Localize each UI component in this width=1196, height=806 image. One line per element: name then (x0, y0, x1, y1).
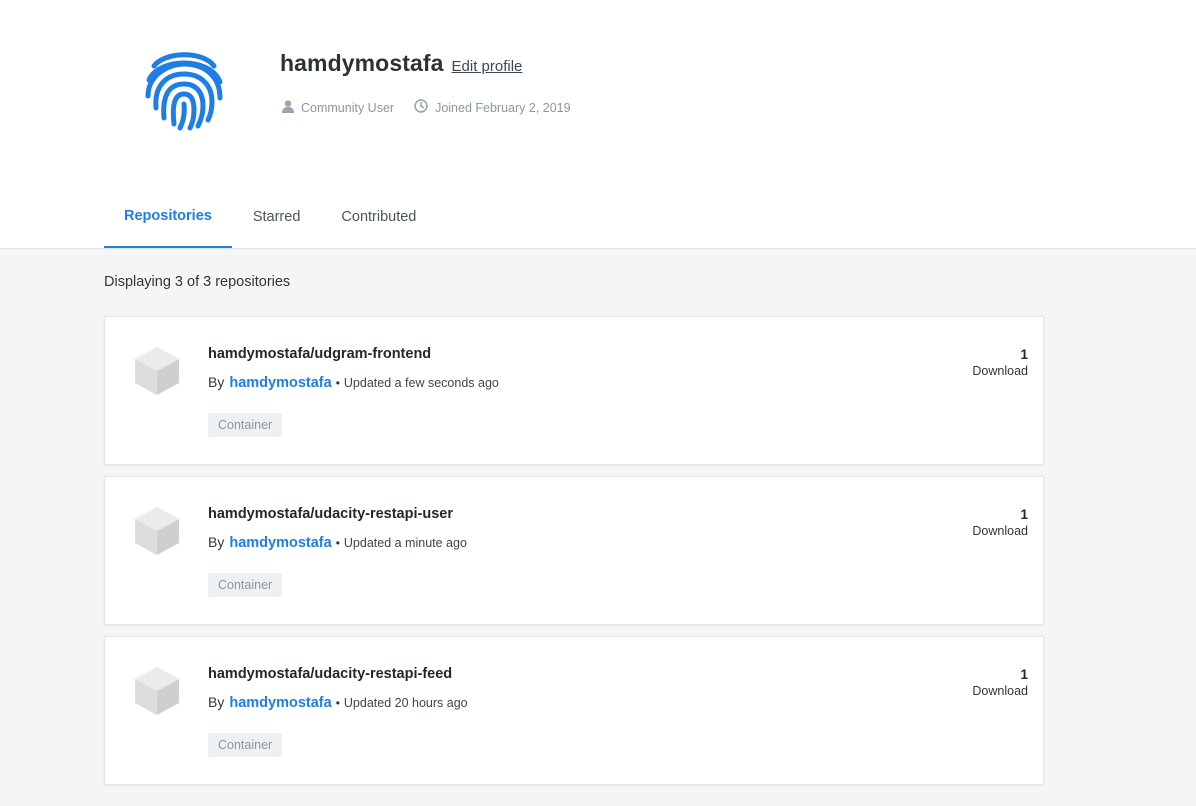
repository-type-badge: Container (208, 733, 283, 757)
profile-role-text: Community User (301, 100, 395, 115)
profile-header: hamdymostafa Edit profile Community User… (0, 0, 1196, 249)
by-label: By (208, 374, 225, 390)
repository-author-link[interactable]: hamdymostafa (229, 695, 331, 711)
repository-updated: Updated 20 hours ago (343, 696, 468, 710)
repository-type-badge: Container (208, 573, 283, 597)
repository-card[interactable]: hamdymostafa/udgram-frontend By hamdymos… (104, 316, 1044, 465)
repository-downloads: 1 Download (972, 347, 1028, 380)
repository-author-link[interactable]: hamdymostafa (229, 535, 331, 551)
separator-dot: • (335, 376, 340, 390)
repository-updated: Updated a few seconds ago (343, 376, 499, 390)
repository-updated: Updated a minute ago (343, 536, 467, 550)
by-label: By (208, 534, 225, 550)
download-count: 1 (1020, 507, 1028, 522)
repository-author-link[interactable]: hamdymostafa (229, 375, 331, 391)
repository-type-badge: Container (208, 413, 283, 437)
cube-icon (133, 345, 181, 397)
cube-icon (133, 665, 181, 717)
user-icon (282, 99, 301, 116)
profile-name-row: hamdymostafa Edit profile (280, 50, 522, 77)
by-label: By (208, 694, 225, 710)
repository-downloads: 1 Download (972, 507, 1028, 540)
repository-name[interactable]: hamdymostafa/udacity-restapi-user (208, 506, 453, 522)
download-label: Download (972, 524, 1028, 538)
profile-tabs: Repositories Starred Contributed (104, 186, 437, 248)
download-label: Download (972, 684, 1028, 698)
repository-byline: By hamdymostafa • Updated a minute ago (208, 534, 467, 551)
tab-repositories[interactable]: Repositories (104, 186, 232, 248)
repository-byline: By hamdymostafa • Updated 20 hours ago (208, 694, 468, 711)
repository-card[interactable]: hamdymostafa/udacity-restapi-feed By ham… (104, 636, 1044, 785)
download-count: 1 (1020, 347, 1028, 362)
cube-icon (133, 505, 181, 557)
download-count: 1 (1020, 667, 1028, 682)
profile-joined: Joined February 2, 2019 (414, 99, 571, 116)
repository-name[interactable]: hamdymostafa/udgram-frontend (208, 346, 431, 362)
download-label: Download (972, 364, 1028, 378)
repository-downloads: 1 Download (972, 667, 1028, 700)
profile-role: Community User (282, 99, 395, 116)
repository-card[interactable]: hamdymostafa/udacity-restapi-user By ham… (104, 476, 1044, 625)
separator-dot: • (335, 536, 340, 550)
profile-username: hamdymostafa (280, 50, 444, 76)
tab-contributed[interactable]: Contributed (321, 186, 436, 248)
separator-dot: • (335, 696, 340, 710)
repository-count: Displaying 3 of 3 repositories (104, 274, 291, 290)
edit-profile-link[interactable]: Edit profile (452, 58, 523, 75)
profile-meta: Community User Joined February 2, 2019 (282, 99, 571, 116)
fingerprint-icon (140, 44, 228, 132)
profile-joined-text: Joined February 2, 2019 (435, 100, 571, 115)
repository-name[interactable]: hamdymostafa/udacity-restapi-feed (208, 666, 452, 682)
repository-byline: By hamdymostafa • Updated a few seconds … (208, 374, 499, 391)
tab-starred[interactable]: Starred (233, 186, 321, 248)
clock-icon (414, 99, 435, 116)
